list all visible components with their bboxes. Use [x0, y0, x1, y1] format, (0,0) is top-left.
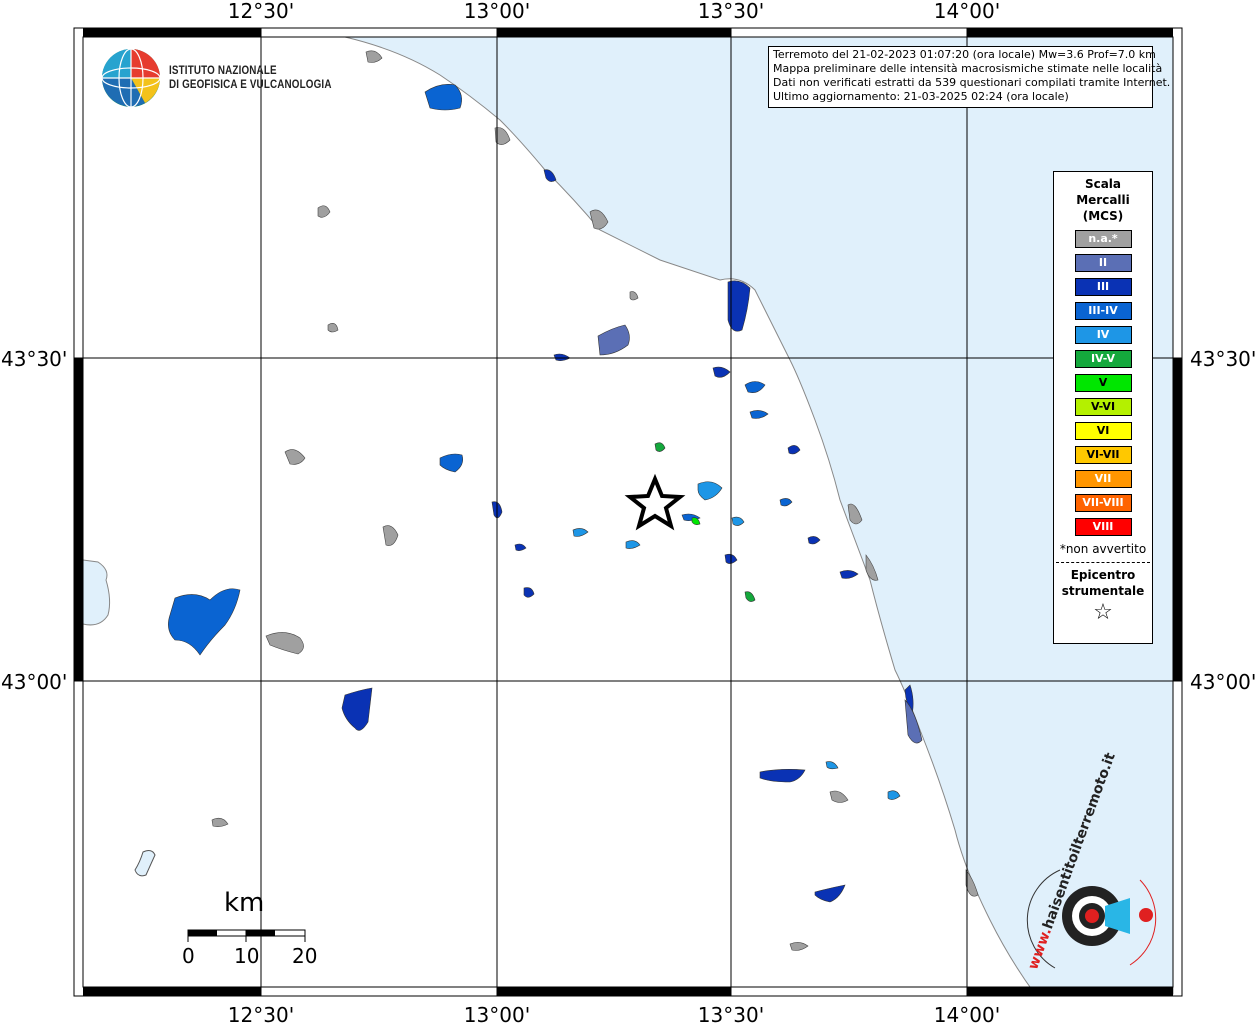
lon-label: 14°00' [934, 1003, 1000, 1024]
small-lake [134, 850, 156, 877]
adriatic-sea [344, 36, 1174, 995]
scale-unit: km [224, 888, 265, 918]
legend-item: II [1074, 254, 1132, 272]
lon-label: 14°00' [934, 0, 1000, 23]
scale-label: 20 [292, 944, 318, 968]
event-info-line: Mappa preliminare delle intensità macros… [773, 62, 1163, 75]
legend-item: III-IV [1074, 302, 1132, 320]
event-info-line: Terremoto del 21-02-2023 01:07:20 (ora l… [773, 48, 1156, 61]
ingv-logo-icon [101, 48, 161, 108]
lon-label: 13°30' [698, 1003, 764, 1024]
legend-item: V [1074, 374, 1132, 392]
legend-epicenter-line: strumentale [1061, 584, 1145, 598]
legend-item: VI-VII [1074, 446, 1132, 464]
longitude-labels-bottom: 12°30' 13°00' 13°30' 14°00' [228, 1003, 1000, 1024]
legend-epicenter-label: Epicentro strumentale [1054, 567, 1152, 599]
legend-epicenter-line: Epicentro [1070, 568, 1136, 582]
legend-note: *non avvertito [1059, 542, 1147, 556]
lon-label: 12°30' [228, 0, 294, 23]
lat-label: 43°30' [1190, 347, 1255, 371]
event-info-line: Dati non verificati estratti da 539 ques… [773, 76, 1171, 89]
legend-item: III [1074, 278, 1132, 296]
legend-title-line: (MCS) [1082, 209, 1124, 223]
lat-label: 43°00' [1, 670, 67, 694]
legend-item: n.a.* [1074, 230, 1132, 248]
epicenter-star-icon [624, 473, 686, 531]
logo-line-1: ISTITUTO NAZIONALE [169, 63, 277, 77]
lon-label: 13°00' [464, 0, 530, 23]
event-info-line: Ultimo aggiornamento: 21-03-2025 02:24 (… [773, 90, 1069, 103]
legend-item: VII [1074, 470, 1132, 488]
mcs-legend: Scala Mercalli (MCS) n.a.* II III III-IV IV I… [1053, 171, 1153, 644]
legend-title-line: Scala [1084, 177, 1122, 191]
logo-line-2: DI GEOFISICA E VULCANOLOGIA [169, 77, 332, 91]
legend-item: IV [1074, 326, 1132, 344]
event-info-box: Terremoto del 21-02-2023 01:07:20 (ora l… [768, 46, 1171, 108]
lon-label: 13°30' [698, 0, 764, 23]
lat-label: 43°00' [1190, 670, 1255, 694]
legend-star-icon: ☆ [1093, 600, 1113, 625]
lat-label: 43°30' [1, 347, 67, 371]
legend-title-line: Mercalli [1076, 193, 1130, 207]
lon-label: 12°30' [228, 1003, 294, 1024]
scale-label: 10 [234, 944, 260, 968]
legend-item: VI [1074, 422, 1132, 440]
scale-bar [187, 929, 306, 942]
legend-item: VIII [1074, 518, 1132, 536]
ingv-logo-text: ISTITUTO NAZIONALE DI GEOFISICA E VULCAN… [169, 63, 332, 91]
legend-title: Scala Mercalli (MCS) [1054, 176, 1152, 224]
legend-items: n.a.* II III III-IV IV IV-V V V-VI VI VI-VII VII VI… [1054, 230, 1152, 536]
legend-item: V-VI [1074, 398, 1132, 416]
longitude-labels-top: 12°30' 13°00' 13°30' 14°00' [228, 0, 1000, 23]
legend-separator [1056, 562, 1150, 563]
lon-label: 13°00' [464, 1003, 530, 1024]
lake-trasimeno [82, 559, 111, 626]
scale-label: 0 [182, 944, 195, 968]
legend-item: IV-V [1074, 350, 1132, 368]
legend-item: VII-VIII [1074, 494, 1132, 512]
